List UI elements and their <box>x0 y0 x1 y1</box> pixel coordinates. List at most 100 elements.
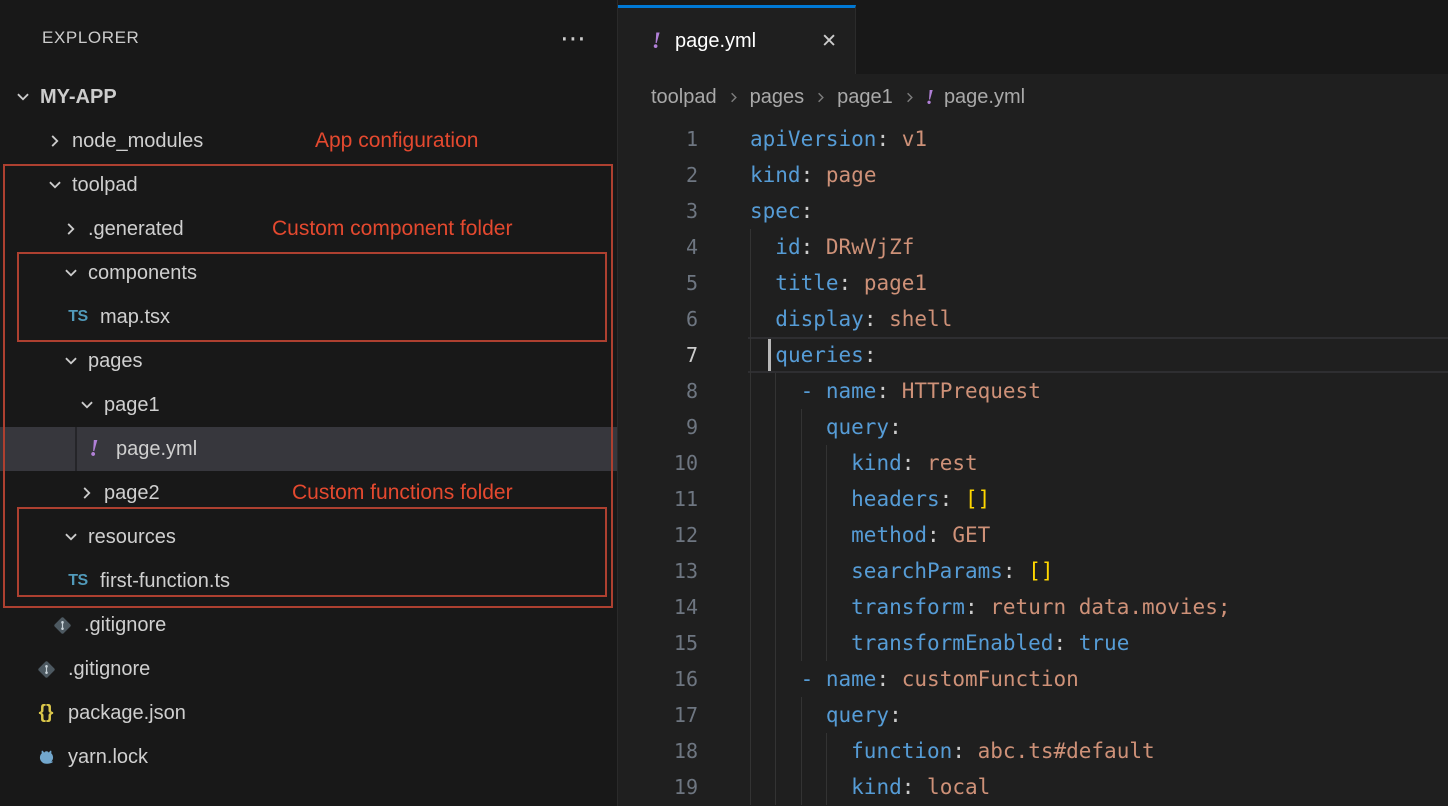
tree-item-resources[interactable]: resources <box>0 515 617 559</box>
indent-guide <box>826 481 827 517</box>
code-line-7[interactable]: 7 queries: <box>618 337 1448 373</box>
tree-item-components[interactable]: components <box>0 251 617 295</box>
tree-item--generated[interactable]: .generated <box>0 207 617 251</box>
code-line-12[interactable]: 12 method: GET <box>618 517 1448 553</box>
indent-guide <box>801 589 802 625</box>
indent-guide <box>750 445 751 481</box>
tree-item-yarn-lock[interactable]: yarn.lock <box>0 735 617 779</box>
tree-item-toolpad[interactable]: toolpad <box>0 163 617 207</box>
code-line-6[interactable]: 6 display: shell <box>618 301 1448 337</box>
code-line-2[interactable]: 2kind: page <box>618 157 1448 193</box>
tree-item-first-function-ts[interactable]: TSfirst-function.ts <box>0 559 617 603</box>
chevron-right-icon[interactable] <box>62 220 80 238</box>
code-text: kind: rest <box>750 445 1448 481</box>
indent-guide <box>750 301 751 337</box>
explorer-title: EXPLORER <box>42 28 139 48</box>
code-text: queries: <box>750 337 1448 373</box>
indent-guide <box>775 517 776 553</box>
breadcrumb-item-file[interactable]: page.yml <box>944 86 1025 109</box>
indent-guide <box>750 769 751 805</box>
tree-item-label: .gitignore <box>68 658 150 681</box>
code-line-19[interactable]: 19 kind: local <box>618 769 1448 805</box>
breadcrumb-item-page1[interactable]: page1 <box>837 86 893 109</box>
indent-guide <box>750 733 751 769</box>
line-number: 15 <box>618 625 750 661</box>
line-number: 13 <box>618 553 750 589</box>
git-file-icon <box>50 615 74 636</box>
chevron-right-icon <box>726 90 741 105</box>
chevron-down-icon[interactable] <box>62 528 80 546</box>
line-number: 14 <box>618 589 750 625</box>
code-line-1[interactable]: 1apiVersion: v1 <box>618 121 1448 157</box>
tree-item-page-yml[interactable]: !page.yml <box>0 427 617 471</box>
indent-guide <box>826 553 827 589</box>
text-cursor <box>768 339 771 371</box>
indent-guide <box>750 661 751 697</box>
code-line-11[interactable]: 11 headers: [] <box>618 481 1448 517</box>
close-icon[interactable]: ✕ <box>821 30 837 53</box>
line-number: 12 <box>618 517 750 553</box>
tree-item-page1[interactable]: page1 <box>0 383 617 427</box>
chevron-right-icon <box>813 90 828 105</box>
code-line-3[interactable]: 3spec: <box>618 193 1448 229</box>
chevron-down-icon[interactable] <box>78 396 96 414</box>
chevron-down-icon[interactable] <box>14 88 32 106</box>
tree-item-pages[interactable]: pages <box>0 339 617 383</box>
code-text: title: page1 <box>750 265 1448 301</box>
code-line-10[interactable]: 10 kind: rest <box>618 445 1448 481</box>
breadcrumb-item-toolpad[interactable]: toolpad <box>651 86 717 109</box>
chevron-down-icon[interactable] <box>62 352 80 370</box>
code-text: apiVersion: v1 <box>750 121 1448 157</box>
code-line-18[interactable]: 18 function: abc.ts#default <box>618 733 1448 769</box>
line-number: 17 <box>618 697 750 733</box>
tree-item-node-modules[interactable]: node_modules <box>0 119 617 163</box>
indent-guide <box>775 697 776 733</box>
warning-icon: ! <box>82 436 106 463</box>
tree-item--gitignore[interactable]: .gitignore <box>0 647 617 691</box>
indent-guide <box>826 445 827 481</box>
indent-guide <box>775 661 776 697</box>
code-line-4[interactable]: 4 id: DRwVjZf <box>618 229 1448 265</box>
warning-icon: ! <box>652 28 661 54</box>
chevron-right-icon[interactable] <box>78 484 96 502</box>
code-line-15[interactable]: 15 transformEnabled: true <box>618 625 1448 661</box>
indent-guide <box>775 553 776 589</box>
tree-item--gitignore[interactable]: .gitignore <box>0 603 617 647</box>
indent-guide <box>801 769 802 805</box>
code-line-14[interactable]: 14 transform: return data.movies; <box>618 589 1448 625</box>
tree-item-label: .generated <box>88 218 184 241</box>
line-number: 1 <box>618 121 750 157</box>
line-number: 11 <box>618 481 750 517</box>
tree-item-package-json[interactable]: {}package.json <box>0 691 617 735</box>
breadcrumb-item-pages[interactable]: pages <box>750 86 805 109</box>
tab-page-yml[interactable]: ! page.yml ✕ <box>618 5 856 74</box>
line-number: 19 <box>618 769 750 805</box>
indent-guide <box>750 553 751 589</box>
tree-item-label: map.tsx <box>100 306 170 329</box>
tree-item-page2[interactable]: page2 <box>0 471 617 515</box>
line-number: 4 <box>618 229 750 265</box>
file-tree: node_modulestoolpad.generatedcomponentsT… <box>0 119 617 779</box>
code-line-16[interactable]: 16 - name: customFunction <box>618 661 1448 697</box>
code-line-8[interactable]: 8 - name: HTTPrequest <box>618 373 1448 409</box>
line-number: 9 <box>618 409 750 445</box>
indent-guide <box>750 337 751 373</box>
tree-root-my-app[interactable]: MY-APP <box>0 75 617 119</box>
indent-guide <box>775 589 776 625</box>
code-line-9[interactable]: 9 query: <box>618 409 1448 445</box>
code-text: id: DRwVjZf <box>750 229 1448 265</box>
code-line-17[interactable]: 17 query: <box>618 697 1448 733</box>
code-editor[interactable]: 1apiVersion: v12kind: page3spec:4 id: DR… <box>618 120 1448 806</box>
chevron-right-icon[interactable] <box>46 132 64 150</box>
chevron-down-icon[interactable] <box>62 264 80 282</box>
chevron-down-icon[interactable] <box>46 176 64 194</box>
code-line-13[interactable]: 13 searchParams: [] <box>618 553 1448 589</box>
more-actions-icon[interactable]: ⋯ <box>560 33 587 43</box>
indent-guide <box>826 733 827 769</box>
indent-guide <box>801 733 802 769</box>
code-text: display: shell <box>750 301 1448 337</box>
code-line-5[interactable]: 5 title: page1 <box>618 265 1448 301</box>
tree-item-label: page1 <box>104 394 160 417</box>
indent-guide <box>801 481 802 517</box>
tree-item-map-tsx[interactable]: TSmap.tsx <box>0 295 617 339</box>
